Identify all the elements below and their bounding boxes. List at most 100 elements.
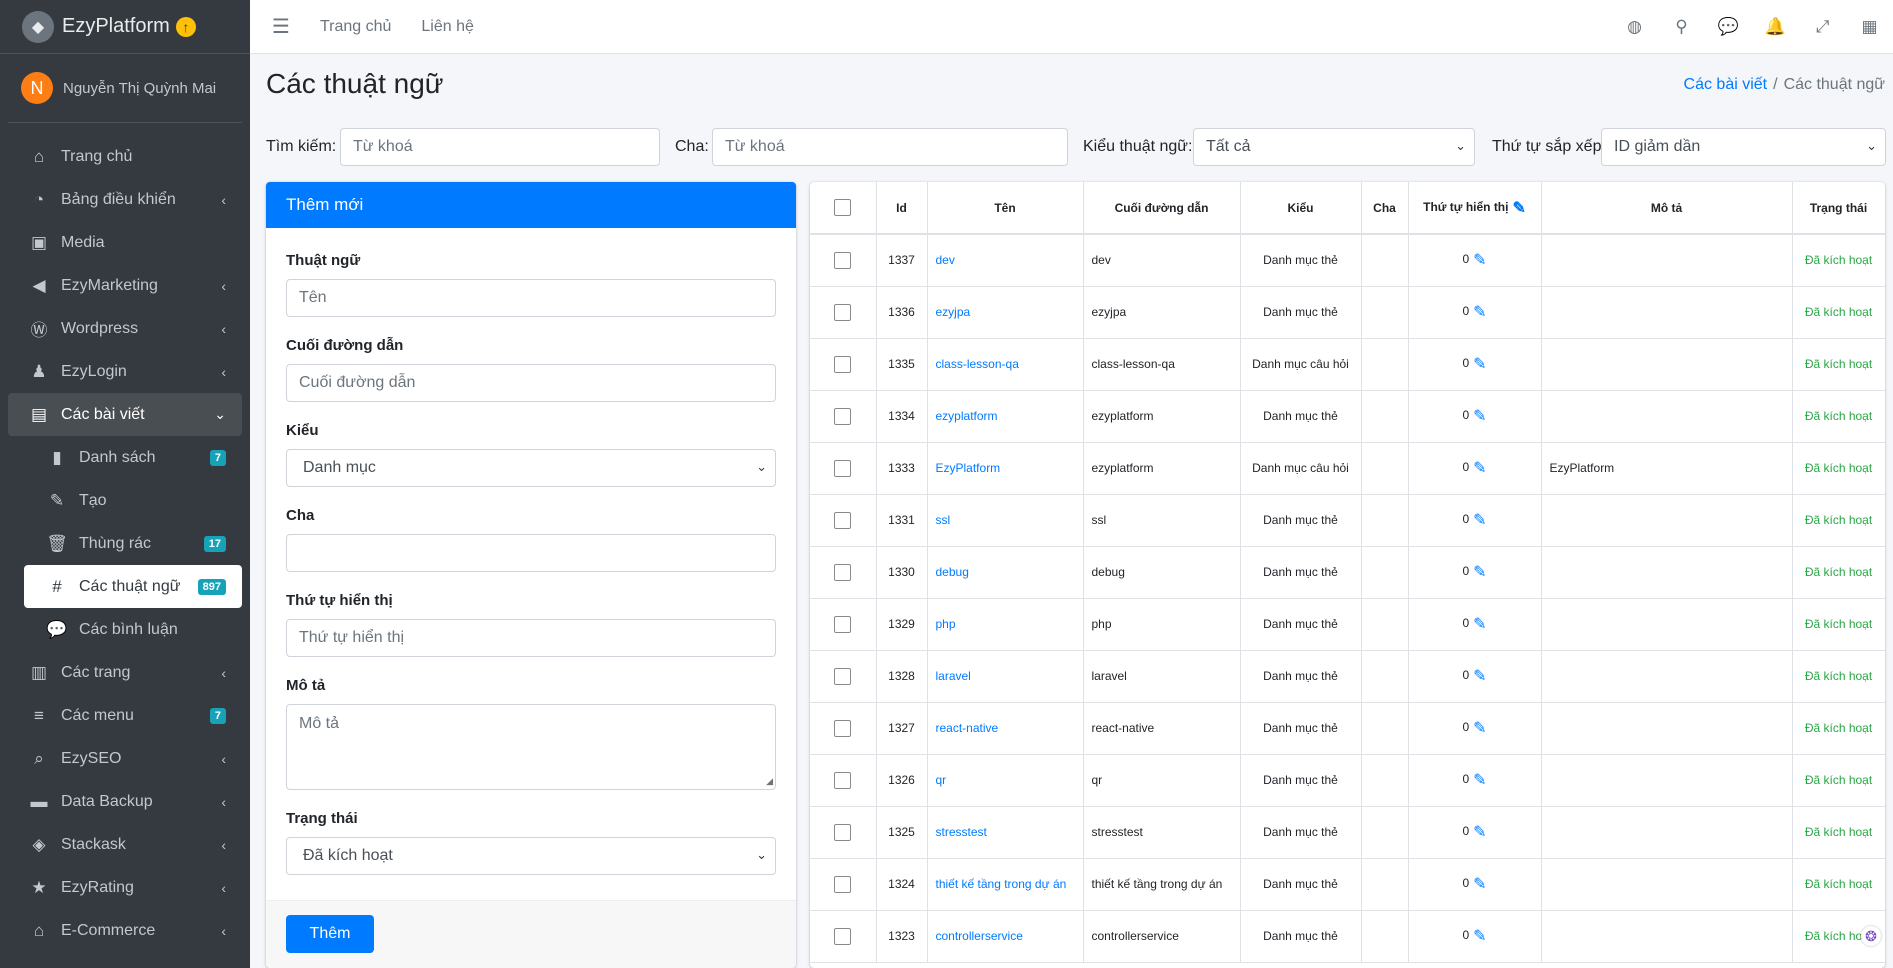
- term-name-link[interactable]: laravel: [936, 669, 971, 683]
- sidebar-item-stackask[interactable]: ◈ Stackask ‹: [8, 823, 242, 866]
- user-panel[interactable]: N Nguyễn Thị Quỳnh Mai: [8, 54, 242, 123]
- edit-icon[interactable]: ✎: [1473, 406, 1486, 426]
- sidebar-item-bảng-điều-khiển[interactable]: ◔ Bảng điều khiển ‹: [8, 178, 242, 221]
- topnav-link-home[interactable]: Trang chủ: [320, 18, 391, 36]
- term-name-link[interactable]: debug: [936, 565, 969, 579]
- sidebar-item-các-trang[interactable]: ▥ Các trang ‹: [8, 651, 242, 694]
- row-checkbox[interactable]: [834, 875, 852, 893]
- row-checkbox[interactable]: [834, 719, 852, 737]
- sidebar-item-ezyseo[interactable]: ⌕ EzySEO ‹: [8, 737, 242, 780]
- sidebar-item-các-menu[interactable]: ≡ Các menu 7: [8, 694, 242, 737]
- sidebar-item-thùng-rác[interactable]: 🗑 Thùng rác 17: [8, 522, 242, 565]
- edit-icon[interactable]: ✎: [1473, 302, 1486, 322]
- col-display-order[interactable]: Thứ tự hiển thị ✎: [1408, 182, 1542, 235]
- sidebar-item-ezylogin[interactable]: ♟ EzyLogin ‹: [8, 350, 242, 393]
- brand[interactable]: ◆ EzyPlatform ↑: [0, 0, 250, 54]
- sidebar-item-các-bình-luận[interactable]: 💬 Các bình luận: [8, 608, 242, 651]
- row-checkbox[interactable]: [834, 823, 852, 841]
- col-id[interactable]: Id: [876, 182, 928, 235]
- sidebar-item-tạo[interactable]: ✎ Tạo: [8, 479, 242, 522]
- cell-description: [1541, 910, 1793, 963]
- search-input[interactable]: Từ khoá: [340, 128, 660, 166]
- edit-icon[interactable]: ✎: [1473, 926, 1486, 946]
- comments-icon[interactable]: 💬: [1705, 17, 1752, 37]
- term-type-select[interactable]: Tất cả ⌄: [1193, 128, 1475, 166]
- term-name-link[interactable]: thiết kế tầng trong dự án: [936, 877, 1067, 891]
- user-name[interactable]: Nguyễn Thị Quỳnh Mai: [63, 80, 216, 97]
- row-checkbox[interactable]: [834, 355, 852, 373]
- edit-icon[interactable]: ✎: [1473, 770, 1486, 790]
- edit-icon[interactable]: ✎: [1473, 666, 1486, 686]
- term-name-link[interactable]: ezyjpa: [936, 305, 971, 319]
- row-checkbox[interactable]: [834, 615, 852, 633]
- col-description[interactable]: Mô tả: [1541, 182, 1793, 235]
- edit-icon[interactable]: ✎: [1473, 354, 1486, 374]
- globe-icon[interactable]: ◍: [1611, 17, 1658, 37]
- edit-icon[interactable]: ✎: [1473, 614, 1486, 634]
- edit-icon[interactable]: ✎: [1473, 718, 1486, 738]
- arrow-up-circle-icon[interactable]: ↑: [175, 16, 196, 37]
- search-icon[interactable]: ⚲: [1658, 17, 1705, 37]
- resize-handle-icon[interactable]: ◢: [766, 776, 773, 787]
- term-name-input[interactable]: Tên: [286, 279, 776, 317]
- status-select[interactable]: Đã kích hoạt ⌄: [286, 837, 776, 875]
- col-type[interactable]: Kiểu: [1240, 182, 1362, 235]
- topnav-link-contact[interactable]: Liên hệ: [421, 18, 474, 36]
- row-checkbox[interactable]: [834, 771, 852, 789]
- sidebar-item-các-thuật-ngữ[interactable]: # Các thuật ngữ 897: [24, 565, 242, 608]
- expand-icon[interactable]: ⤢: [1799, 17, 1846, 37]
- col-parent[interactable]: Cha: [1361, 182, 1409, 235]
- slug-input[interactable]: Cuối đường dẫn: [286, 364, 776, 402]
- type-select[interactable]: Danh mục ⌄: [286, 449, 776, 487]
- row-checkbox[interactable]: [834, 407, 852, 425]
- term-name-link[interactable]: qr: [936, 773, 947, 787]
- bell-icon[interactable]: 🔔: [1752, 17, 1799, 37]
- term-name-link[interactable]: dev: [936, 253, 955, 267]
- edit-icon[interactable]: ✎: [1512, 198, 1525, 218]
- edit-icon[interactable]: ✎: [1473, 562, 1486, 582]
- col-status[interactable]: Trạng thái: [1792, 182, 1885, 235]
- sidebar-item-trang-chủ[interactable]: ⌂ Trang chủ: [8, 135, 242, 178]
- term-name-link[interactable]: EzyPlatform: [936, 461, 1001, 475]
- edit-icon[interactable]: ✎: [1473, 874, 1486, 894]
- sidebar-item-media[interactable]: ▣ Media: [8, 221, 242, 264]
- row-checkbox[interactable]: [834, 667, 852, 685]
- sidebar-item-ezymarketing[interactable]: ◀ EzyMarketing ‹: [8, 264, 242, 307]
- term-name-link[interactable]: ssl: [936, 513, 951, 527]
- sidebar-item-e-commerce[interactable]: ⌂ E-Commerce ‹: [8, 909, 242, 952]
- term-name-link[interactable]: ezyplatform: [936, 409, 998, 423]
- sidebar-item-wordpress[interactable]: Ⓦ Wordpress ‹: [8, 307, 242, 350]
- add-term-button[interactable]: Thêm: [286, 915, 374, 953]
- floating-chat-icon[interactable]: ❂: [1861, 926, 1881, 946]
- row-checkbox[interactable]: [834, 251, 852, 269]
- description-textarea[interactable]: Mô tả ◢: [286, 704, 776, 790]
- sidebar-item-data-backup[interactable]: ▬ Data Backup ‹: [8, 780, 242, 823]
- edit-icon[interactable]: ✎: [1473, 250, 1486, 270]
- grid-icon[interactable]: ▦: [1846, 17, 1893, 37]
- edit-icon[interactable]: ✎: [1473, 458, 1486, 478]
- select-all-checkbox[interactable]: [834, 199, 852, 216]
- col-name[interactable]: Tên: [927, 182, 1084, 235]
- parent-filter-input[interactable]: Từ khoá: [712, 128, 1068, 166]
- col-slug[interactable]: Cuối đường dẫn: [1083, 182, 1241, 235]
- edit-icon[interactable]: ✎: [1473, 822, 1486, 842]
- breadcrumb-parent[interactable]: Các bài viết: [1684, 76, 1768, 93]
- sidebar-item-các-bài-viết[interactable]: ▤ Các bài viết ⌄: [8, 393, 242, 436]
- sidebar-item-danh-sách[interactable]: ▮ Danh sách 7: [8, 436, 242, 479]
- term-name-link[interactable]: controllerservice: [936, 929, 1023, 943]
- edit-icon[interactable]: ✎: [1473, 510, 1486, 530]
- display-order-input[interactable]: Thứ tự hiển thị: [286, 619, 776, 657]
- row-checkbox[interactable]: [834, 303, 852, 321]
- sidebar-item-ezyrating[interactable]: ★ EzyRating ‹: [8, 866, 242, 909]
- term-name-link[interactable]: php: [936, 617, 956, 631]
- row-checkbox[interactable]: [834, 511, 852, 529]
- row-checkbox[interactable]: [834, 927, 852, 945]
- row-checkbox[interactable]: [834, 563, 852, 581]
- term-name-link[interactable]: react-native: [936, 721, 999, 735]
- parent-input[interactable]: [286, 534, 776, 572]
- term-name-link[interactable]: stresstest: [936, 825, 987, 839]
- row-checkbox[interactable]: [834, 459, 852, 477]
- hamburger-menu-icon[interactable]: ☰: [272, 14, 290, 39]
- term-name-link[interactable]: class-lesson-qa: [936, 357, 1019, 371]
- sort-order-select[interactable]: ID giảm dần ⌄: [1601, 128, 1886, 166]
